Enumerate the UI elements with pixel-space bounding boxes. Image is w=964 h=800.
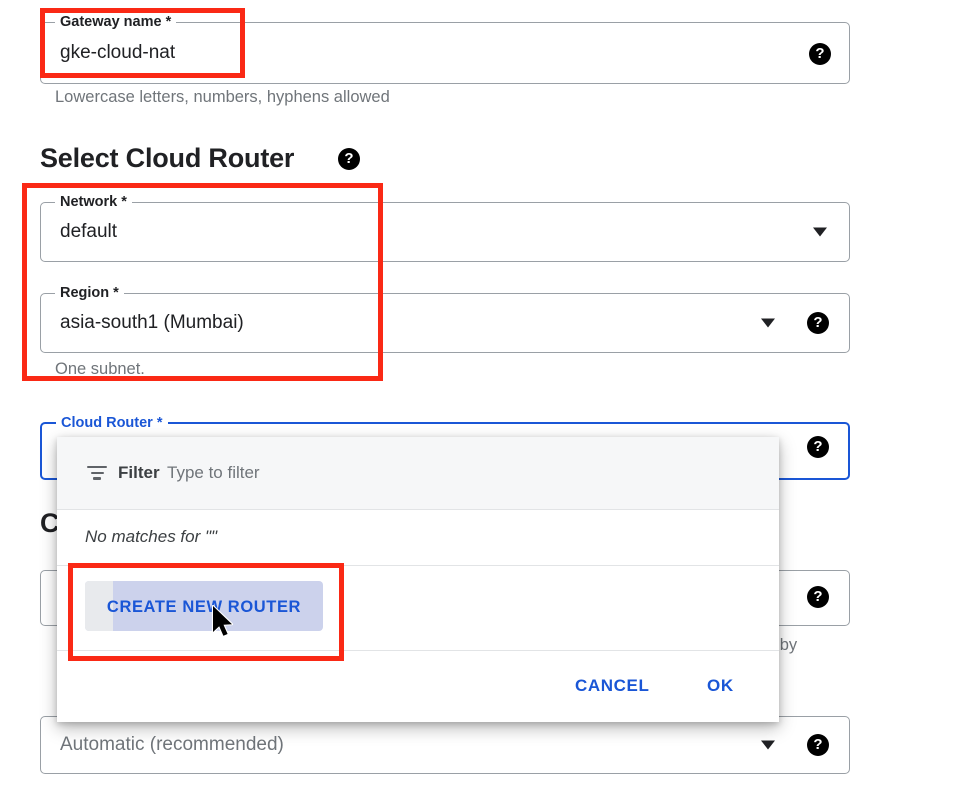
chevron-down-icon-region[interactable]	[761, 318, 775, 328]
gateway-name-label: Gateway name *	[55, 13, 177, 31]
nat-ip-addresses-value: Automatic (recommended)	[60, 734, 284, 755]
cloud-router-help-icon[interactable]: ?	[807, 436, 829, 458]
no-matches-message: No matches for ""	[85, 527, 218, 546]
section-title-help-icon[interactable]: ?	[338, 148, 360, 170]
gateway-name-field[interactable]: Gateway name * gke-cloud-nat ?	[40, 13, 850, 84]
dialog-divider-bottom	[57, 650, 779, 651]
cloud-router-select-dialog: Filter Type to filter No matches for "" …	[57, 437, 779, 722]
gateway-name-help-icon[interactable]: ?	[809, 43, 831, 65]
ok-button[interactable]: OK	[707, 676, 734, 696]
region-help-icon[interactable]: ?	[807, 312, 829, 334]
chevron-down-icon-nat-ip[interactable]	[761, 740, 775, 750]
filter-input[interactable]: Type to filter	[167, 463, 260, 483]
cancel-button[interactable]: CANCEL	[575, 676, 649, 696]
network-label: Network *	[55, 193, 132, 211]
gateway-name-input[interactable]: gke-cloud-nat	[60, 42, 175, 64]
obscured-field-help-icon[interactable]: ?	[807, 586, 829, 608]
dialog-divider-top	[57, 565, 779, 566]
nat-ip-help-icon[interactable]: ?	[807, 734, 829, 756]
filter-label: Filter	[118, 463, 160, 482]
page-section-title: Select Cloud Router	[40, 143, 295, 173]
dialog-filter-bar[interactable]: Filter Type to filter	[57, 437, 779, 510]
network-value: default	[60, 221, 118, 242]
create-new-router-label: CREATE NEW ROUTER	[106, 598, 302, 616]
region-label: Region *	[55, 284, 124, 302]
create-new-router-button[interactable]: CREATE NEW ROUTER	[85, 581, 323, 631]
filter-icon	[87, 466, 107, 480]
network-field[interactable]: Network * default	[40, 193, 850, 262]
chevron-down-icon-network[interactable]	[813, 227, 827, 237]
region-field[interactable]: Region * asia-south1 (Mumbai)	[40, 284, 850, 353]
cloud-router-label: Cloud Router *	[56, 414, 168, 432]
region-value: asia-south1 (Mumbai)	[60, 312, 244, 333]
gateway-name-helper-text: Lowercase letters, numbers, hyphens allo…	[55, 88, 390, 106]
region-helper-text: One subnet.	[55, 360, 145, 378]
cloud-nat-gateway-form: Gateway name * gke-cloud-nat ? Lowercase…	[0, 0, 964, 800]
nat-ip-addresses-field[interactable]: Automatic (recommended)	[40, 716, 850, 774]
